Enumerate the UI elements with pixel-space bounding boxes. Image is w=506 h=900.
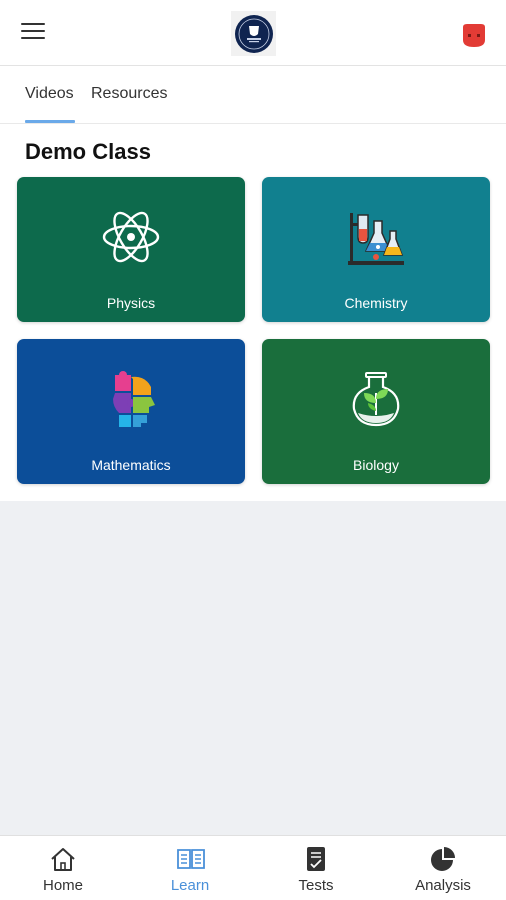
tab-videos[interactable]: Videos <box>25 85 74 103</box>
lab-flasks-icon <box>346 207 406 267</box>
test-sheet-icon <box>303 846 329 872</box>
subject-card-physics[interactable]: Physics <box>17 177 245 322</box>
profile-icon[interactable] <box>460 23 488 48</box>
academy-logo-icon[interactable] <box>231 11 276 56</box>
section-title: Demo Class <box>25 139 151 164</box>
subject-label: Physics <box>106 295 156 311</box>
subject-label: Biology <box>353 457 399 473</box>
active-tab-indicator <box>25 120 75 123</box>
subject-card-chemistry[interactable]: Chemistry <box>262 177 490 322</box>
hamburger-menu-icon[interactable] <box>21 23 45 43</box>
nav-label-home: Home <box>42 877 83 894</box>
plant-flask-icon <box>346 369 406 429</box>
content-tabs: Videos Resources <box>0 66 506 124</box>
nav-label-learn: Learn <box>170 877 210 894</box>
bottom-navigation: Home Learn Tests Analysis <box>0 835 506 900</box>
puzzle-head-icon <box>101 369 161 429</box>
subjects-section: Demo Class Physics Chemistry Mathematics… <box>0 124 506 501</box>
nav-label-tests: Tests <box>298 877 334 894</box>
subject-card-mathematics[interactable]: Mathematics <box>17 339 245 484</box>
subject-label: Mathematics <box>91 457 171 473</box>
nav-item-learn[interactable]: Learn <box>127 836 253 900</box>
nav-item-analysis[interactable]: Analysis <box>380 836 506 900</box>
nav-item-home[interactable]: Home <box>0 836 126 900</box>
tab-resources[interactable]: Resources <box>91 85 167 103</box>
atom-icon <box>101 207 161 267</box>
nav-item-tests[interactable]: Tests <box>253 836 379 900</box>
subject-label: Chemistry <box>344 295 408 311</box>
subject-card-biology[interactable]: Biology <box>262 339 490 484</box>
home-icon <box>50 846 76 872</box>
nav-label-analysis: Analysis <box>415 877 471 894</box>
pie-chart-icon <box>430 846 456 872</box>
top-app-bar <box>0 0 506 66</box>
book-icon <box>177 846 205 872</box>
